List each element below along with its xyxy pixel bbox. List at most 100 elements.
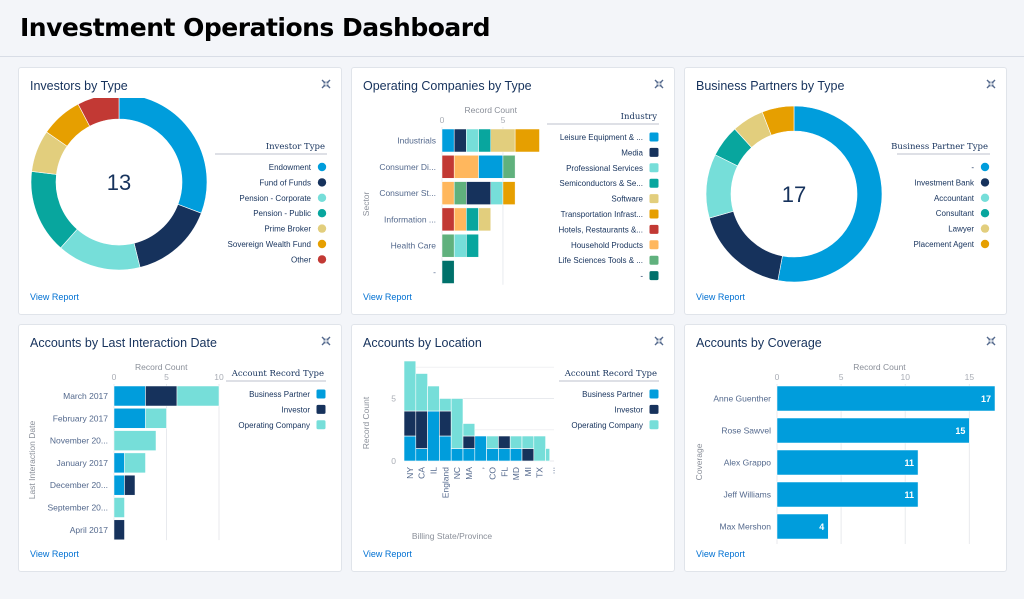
legend-item: Prime Broker xyxy=(264,224,327,234)
bar-segment xyxy=(427,385,440,412)
legend-label: Placement Agent xyxy=(914,240,975,249)
legend-label: Transportation Infrast... xyxy=(561,210,643,219)
legend-item: Software xyxy=(611,194,659,204)
legend-swatch xyxy=(317,162,327,172)
legend-swatch xyxy=(649,147,659,157)
x-tick-label: 5 xyxy=(501,115,506,125)
expand-icon[interactable] xyxy=(986,336,996,346)
x-tick-label: 5 xyxy=(839,372,844,382)
legend-label: Hotels, Restaurants &... xyxy=(559,225,643,234)
legend-item: Placement Agent xyxy=(914,239,990,249)
view-report-link[interactable]: View Report xyxy=(363,549,412,559)
legend-label: Prime Broker xyxy=(264,225,311,234)
legend-item: Investment Bank xyxy=(914,178,990,187)
bar-segment xyxy=(113,519,125,541)
bar-segment xyxy=(490,128,516,153)
legend-item: Other xyxy=(291,255,327,264)
panel-accounts-by-coverage: Accounts by Coverage Record Count 0 5 10 15 C… xyxy=(684,324,1007,572)
legend-item: - xyxy=(971,162,990,172)
donut-center-total: 17 xyxy=(782,182,806,207)
bar xyxy=(776,449,919,476)
y-tick-label: 0 xyxy=(391,456,396,466)
y-tick-label: March 2017 xyxy=(63,391,108,401)
bar xyxy=(776,385,996,412)
expand-icon[interactable] xyxy=(654,336,664,346)
donut-center-total: 13 xyxy=(107,170,131,195)
bar-segment xyxy=(450,398,464,449)
legend-item: Business Partner xyxy=(582,389,659,399)
legend-label: - xyxy=(971,163,974,172)
legend-item: Operating Company xyxy=(238,420,326,430)
bar-segment xyxy=(439,398,452,412)
investors-donut-chart: 13 Investor Type Endowment Fund of Funds Pen… xyxy=(30,98,327,271)
bar-segment xyxy=(113,430,157,451)
legend-item: Sovereign Wealth Fund xyxy=(228,239,327,249)
view-report-link[interactable]: View Report xyxy=(30,292,79,302)
bar-segment xyxy=(439,435,452,462)
expand-icon[interactable] xyxy=(321,79,331,89)
legend-item: Endowment xyxy=(269,162,327,172)
legend-item: Business Partner xyxy=(249,389,326,399)
y-tick-label: November 20... xyxy=(50,436,108,446)
x-tick-label: CO xyxy=(488,467,498,480)
legend-swatch xyxy=(649,389,659,399)
y-tick-label: Health Care xyxy=(391,241,437,251)
legend-label: Pension - Public xyxy=(253,209,311,218)
y-tick-label: April 2017 xyxy=(70,525,109,535)
view-report-link[interactable]: View Report xyxy=(30,549,79,559)
bar-segment xyxy=(403,410,417,437)
view-report-link[interactable]: View Report xyxy=(696,292,745,302)
bar-value-label: 11 xyxy=(905,458,915,468)
expand-icon[interactable] xyxy=(321,336,331,346)
bar-segment xyxy=(521,448,535,462)
donut-slice xyxy=(30,171,78,249)
x-tick-label: CA xyxy=(417,467,427,479)
expand-icon[interactable] xyxy=(986,79,996,89)
legend-label: Software xyxy=(611,195,643,204)
legend-swatch xyxy=(316,404,326,414)
view-report-link[interactable]: View Report xyxy=(696,549,745,559)
y-tick-label: Jeff Williams xyxy=(723,490,771,500)
dashboard-header: Investment Operations Dashboard xyxy=(0,0,1024,57)
legend-label: Other xyxy=(291,255,311,264)
y-tick-label: September 20... xyxy=(48,503,108,513)
legend-swatch xyxy=(980,162,990,172)
bar-segment xyxy=(124,474,136,496)
legend-swatch xyxy=(649,132,659,142)
x-axis-title: Record Count xyxy=(135,362,188,372)
bar-segment xyxy=(453,207,467,232)
panel-investors-by-type: Investors by Type 13 Investor Type Endowme… xyxy=(18,67,342,315)
bar-segment xyxy=(533,435,546,462)
legend-swatch xyxy=(980,193,990,202)
legend-label: Life Sciences Tools & ... xyxy=(558,256,643,265)
panel-title: Business Partners by Type xyxy=(696,79,845,93)
business-partners-donut-chart: 17 Business Partner Type - Investment Bank A… xyxy=(705,105,990,283)
bar-segment xyxy=(466,128,479,153)
x-tick-label: ... xyxy=(547,467,557,474)
legend-label: Business Partner xyxy=(249,390,310,399)
y-tick-label: Rose Sawvel xyxy=(721,426,771,436)
legend-title: Business Partner Type xyxy=(891,142,988,152)
bar-segment xyxy=(545,448,551,462)
expand-icon[interactable] xyxy=(654,79,664,89)
panel-title: Accounts by Location xyxy=(363,336,482,350)
bar-segment xyxy=(466,181,491,205)
legend-swatch xyxy=(649,163,659,173)
panel-title: Investors by Type xyxy=(30,79,128,93)
bar-segment xyxy=(403,360,417,412)
bar-segment xyxy=(514,128,540,153)
legend-item: Semiconductors & Se... xyxy=(559,178,659,188)
bar-segment xyxy=(502,181,516,205)
bar-value-label: 4 xyxy=(819,522,824,532)
legend-item: Fund of Funds xyxy=(259,178,327,187)
donut-slice xyxy=(60,228,141,271)
y-tick-label: February 2017 xyxy=(53,413,109,423)
legend-label: Investor xyxy=(615,405,644,414)
y-tick-label: Max Mershon xyxy=(720,522,772,532)
legend-label: Endowment xyxy=(269,163,312,172)
legend-label: Pension - Corporate xyxy=(239,194,311,203)
legend-swatch xyxy=(649,178,659,188)
bar-segment xyxy=(462,435,476,449)
legend-swatch xyxy=(317,239,327,249)
view-report-link[interactable]: View Report xyxy=(363,292,412,302)
